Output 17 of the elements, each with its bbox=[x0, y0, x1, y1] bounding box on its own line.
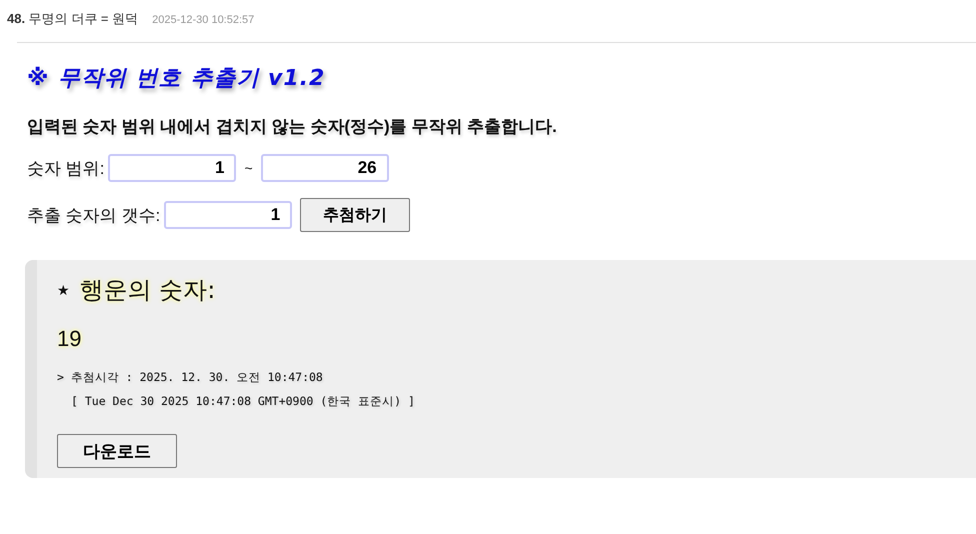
draw-button[interactable]: 추첨하기 bbox=[300, 198, 410, 232]
range-label: 숫자 범위: bbox=[27, 158, 104, 180]
star-icon: ★ bbox=[57, 282, 70, 298]
count-label: 추출 숫자의 갯수: bbox=[27, 204, 160, 226]
result-heading: 행운의 숫자: bbox=[80, 275, 216, 306]
lucky-number: 19 bbox=[57, 326, 82, 352]
range-to-field[interactable]: 26 bbox=[260, 154, 389, 182]
range-separator: ~ bbox=[244, 160, 253, 176]
post-title: 48. 무명의 더쿠 = 원덕 bbox=[7, 10, 138, 28]
post-timestamp: 2025-12-30 10:52:57 bbox=[152, 14, 254, 26]
draw-time: > 추첨시각 : 2025. 12. 30. 오전 10:47:08 bbox=[57, 370, 323, 385]
description: 입력된 숫자 범위 내에서 겹치지 않는 숫자(정수)를 무작위 추출합니다. bbox=[27, 116, 557, 138]
draw-date: [ Tue Dec 30 2025 10:47:08 GMT+0900 (한국 표준시) ] bbox=[71, 394, 415, 409]
app-title: ※ 무작위 번호 추출기 v1.2 bbox=[27, 65, 326, 93]
range-from-field[interactable]: 1 bbox=[108, 154, 236, 182]
download-button[interactable]: 다운로드 bbox=[57, 434, 177, 468]
count-field[interactable]: 1 bbox=[164, 201, 292, 229]
